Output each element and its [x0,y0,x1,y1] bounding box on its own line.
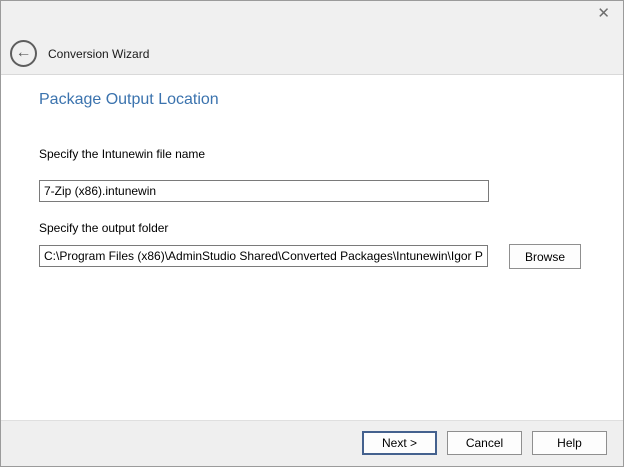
close-icon[interactable]: ✕ [597,6,610,21]
back-arrow-icon: ← [16,45,32,61]
wizard-header: ← Conversion Wizard ✕ [1,1,623,75]
back-button[interactable]: ← [10,40,37,67]
help-button[interactable]: Help [532,431,607,455]
output-folder-label: Specify the output folder [39,221,168,235]
next-button[interactable]: Next > [362,431,437,455]
wizard-title: Conversion Wizard [48,47,149,61]
output-folder-input[interactable] [39,245,488,267]
page-title: Package Output Location [39,91,219,109]
cancel-button[interactable]: Cancel [447,431,522,455]
filename-label: Specify the Intunewin file name [39,147,205,161]
dialog-footer: Next > Cancel Help [1,420,623,466]
browse-button[interactable]: Browse [509,244,581,269]
conversion-wizard-dialog: ← Conversion Wizard ✕ Package Output Loc… [0,0,624,467]
filename-input[interactable] [39,180,489,202]
